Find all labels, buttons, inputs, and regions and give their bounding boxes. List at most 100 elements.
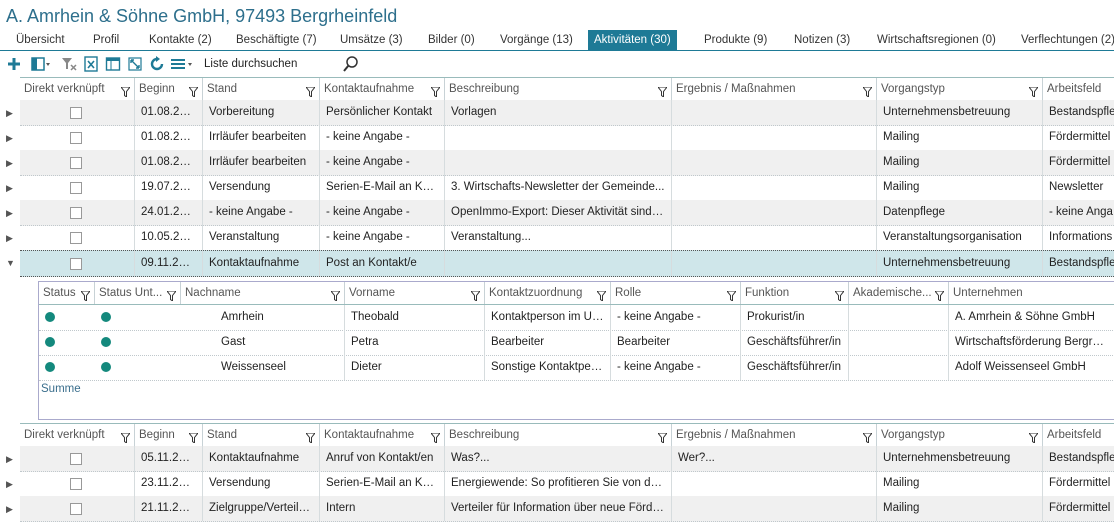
filter-icon[interactable]: [165, 287, 178, 302]
column-header[interactable]: Beschreibung: [445, 424, 672, 446]
expand-icon[interactable]: [126, 55, 144, 73]
filter-icon[interactable]: [861, 429, 874, 444]
table-row[interactable]: 05.11.2012 Kontaktaufnahme Anruf von Konta…: [20, 446, 1114, 472]
subgrid-column-header[interactable]: Vorname: [345, 282, 485, 304]
table-cell-ergebnis: [672, 496, 877, 521]
filter-icon[interactable]: [304, 83, 317, 98]
tab-0[interactable]: Übersicht: [10, 30, 71, 50]
table-cell-stand: Vorbereitung: [203, 100, 320, 125]
table-cell-ergebnis: [672, 125, 877, 150]
table-row[interactable]: 01.08.2018 Irrläufer bearbeiten - keine An…: [20, 150, 1114, 176]
filter-clear-icon[interactable]: [60, 55, 78, 73]
table-cell-feld: Informations: [1043, 225, 1114, 250]
subgrid-column-header[interactable]: Funktion: [741, 282, 849, 304]
filter-icon[interactable]: [725, 287, 738, 302]
expand-row-icon[interactable]: ▶: [6, 108, 16, 118]
column-header[interactable]: Kontaktaufnahme: [320, 78, 445, 100]
expand-row-icon[interactable]: ▶: [6, 158, 16, 168]
table-row[interactable]: 21.11.2011 Zielgruppe/Verteile... Intern Ve…: [20, 496, 1114, 522]
subgrid-column-header[interactable]: Akademische...: [849, 282, 949, 304]
expand-row-icon[interactable]: ▶: [6, 479, 16, 489]
tab-8[interactable]: Produkte (9): [698, 30, 773, 50]
column-header[interactable]: Beschreibung: [445, 78, 672, 100]
table-row[interactable]: 24.01.2017- keine Angabe -- keine Angabe…: [20, 200, 1114, 226]
table-cell-stand: Versendung: [203, 471, 320, 496]
layout-icon[interactable]: [30, 55, 52, 73]
filter-icon[interactable]: [304, 429, 317, 444]
table-row[interactable]: 01.08.2018 Vorbereitung Persönlicher Konta…: [20, 100, 1114, 126]
filter-icon[interactable]: [933, 287, 946, 302]
column-header[interactable]: Kontaktaufnahme: [320, 424, 445, 446]
table-icon[interactable]: [104, 55, 122, 73]
filter-icon[interactable]: [79, 287, 92, 302]
excel-export-icon[interactable]: [82, 55, 100, 73]
column-header[interactable]: Beginn: [135, 424, 203, 446]
filter-icon[interactable]: [861, 83, 874, 98]
column-header[interactable]: Stand: [203, 78, 320, 100]
filter-icon[interactable]: [119, 83, 132, 98]
table-row[interactable]: 19.07.2018 Versendung Serien-E-Mail an Ko.…: [20, 175, 1114, 201]
column-header[interactable]: Direkt verknüpft: [20, 424, 135, 446]
filter-icon[interactable]: [187, 429, 200, 444]
tab-10[interactable]: Wirtschaftsregionen (0): [871, 30, 1002, 50]
table-cell-typ: Mailing: [877, 150, 1043, 175]
expand-row-icon[interactable]: ▶: [6, 504, 16, 514]
table-row[interactable]: 01.08.2018 Irrläufer bearbeiten - keine An…: [20, 125, 1114, 151]
filter-icon[interactable]: [1027, 83, 1040, 98]
column-header[interactable]: Ergebnis / Maßnahmen: [672, 78, 877, 100]
tab-6[interactable]: Vorgänge (13): [494, 30, 579, 50]
tab-11[interactable]: Verflechtungen (2): [1015, 30, 1114, 50]
column-header[interactable]: Vorgangstyp: [877, 424, 1043, 446]
filter-icon[interactable]: [469, 287, 482, 302]
contact-row[interactable]: Weissenseel Dieter Sonstige Kontaktpers...…: [39, 355, 1114, 381]
filter-icon[interactable]: [656, 83, 669, 98]
expand-row-icon[interactable]: ▶: [6, 454, 16, 464]
column-header[interactable]: Arbeitsfeld: [1043, 424, 1114, 446]
contact-cell-rolle: - keine Angabe -: [611, 355, 741, 380]
collapse-icon[interactable]: ▼: [6, 258, 16, 268]
table-cell-ergebnis: [672, 150, 877, 175]
subgrid-column-header[interactable]: Nachname: [181, 282, 345, 304]
tab-2[interactable]: Kontakte (2): [143, 30, 218, 50]
contact-row[interactable]: Gast Petra Bearbeiter Bearbeiter Geschäftsfü…: [39, 330, 1114, 356]
column-header[interactable]: Arbeitsfeld: [1043, 78, 1114, 100]
tab-4[interactable]: Umsätze (3): [334, 30, 409, 50]
column-header[interactable]: Ergebnis / Maßnahmen: [672, 424, 877, 446]
filter-icon[interactable]: [329, 287, 342, 302]
column-header[interactable]: Stand: [203, 424, 320, 446]
column-header[interactable]: Vorgangstyp: [877, 78, 1043, 100]
tab-5[interactable]: Bilder (0): [422, 30, 481, 50]
tab-7[interactable]: Aktivitäten (30): [588, 30, 677, 50]
column-header[interactable]: Direkt verknüpft: [20, 78, 135, 100]
subgrid-column-header[interactable]: Status Unt...: [95, 282, 181, 304]
filter-icon[interactable]: [1027, 429, 1040, 444]
column-header[interactable]: Beginn: [135, 78, 203, 100]
filter-icon[interactable]: [656, 429, 669, 444]
contact-row[interactable]: Amrhein Theobald Kontaktperson im Unt... - …: [39, 305, 1114, 331]
subgrid-column-header[interactable]: Rolle: [611, 282, 741, 304]
subgrid-column-header[interactable]: Kontaktzuordnung: [485, 282, 611, 304]
filter-icon[interactable]: [833, 287, 846, 302]
add-icon[interactable]: [5, 55, 23, 73]
search-icon[interactable]: [342, 55, 360, 73]
expand-row-icon[interactable]: ▶: [6, 183, 16, 193]
subgrid-column-header[interactable]: Status: [39, 282, 95, 304]
expand-row-icon[interactable]: ▶: [6, 133, 16, 143]
menu-icon[interactable]: [170, 55, 194, 73]
table-row[interactable]: 23.11.2011 Versendung Serien-E-Mail an Ko.…: [20, 471, 1114, 497]
tab-9[interactable]: Notizen (3): [788, 30, 856, 50]
filter-icon[interactable]: [119, 429, 132, 444]
filter-icon[interactable]: [429, 83, 442, 98]
filter-icon[interactable]: [429, 429, 442, 444]
filter-icon[interactable]: [187, 83, 200, 98]
table-cell-ergebnis: [672, 471, 877, 496]
refresh-icon[interactable]: [148, 55, 166, 73]
table-row[interactable]: 09.11.2012 Kontaktaufnahme Post an Kontakt…: [20, 250, 1114, 277]
filter-icon[interactable]: [595, 287, 608, 302]
expand-row-icon[interactable]: ▶: [6, 208, 16, 218]
expand-row-icon[interactable]: ▶: [6, 233, 16, 243]
tab-1[interactable]: Profil: [87, 30, 125, 50]
table-row[interactable]: 10.05.2016 Veranstaltung - keine Angabe -V…: [20, 225, 1114, 251]
subgrid-column-header[interactable]: Unternehmen: [949, 282, 1114, 304]
tab-3[interactable]: Beschäftigte (7): [230, 30, 323, 50]
